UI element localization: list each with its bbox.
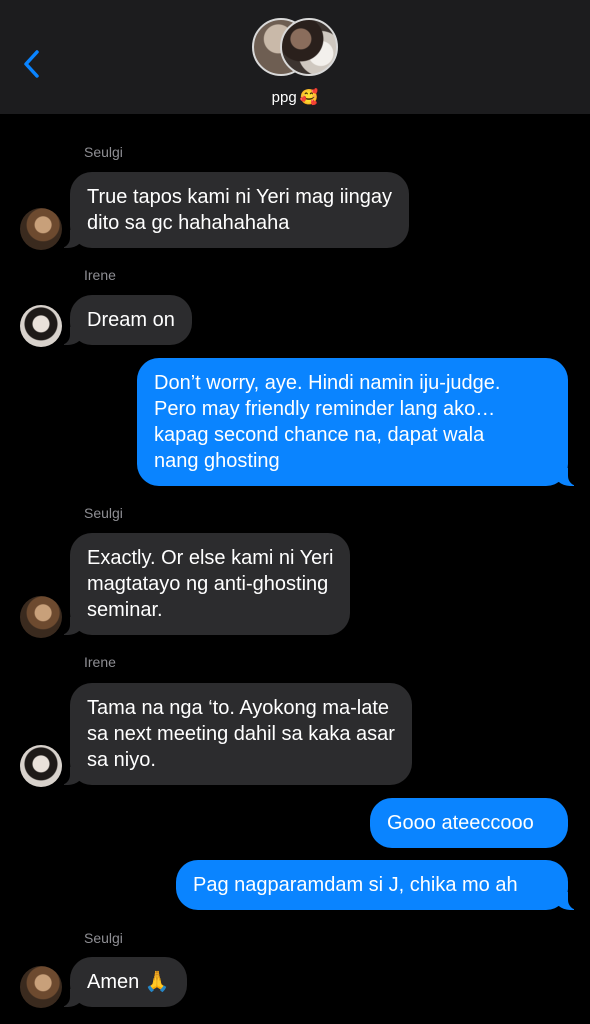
group-member-avatar	[280, 18, 338, 76]
outgoing-message-bubble[interactable]: Pag nagparamdam si J, chika mo ah	[176, 860, 578, 910]
chat-header: ppg 🥰	[0, 0, 590, 114]
sender-name: Seulgi	[84, 505, 123, 521]
group-avatar[interactable]	[252, 18, 340, 78]
sender-avatar[interactable]	[20, 966, 62, 1008]
group-title[interactable]: ppg 🥰	[0, 88, 590, 106]
back-chevron-icon[interactable]	[20, 46, 44, 82]
sender-avatar[interactable]	[20, 745, 62, 787]
incoming-message-bubble[interactable]: Tama na nga ‘to. Ayokong ma-late sa next…	[60, 683, 412, 785]
sender-name: Seulgi	[84, 930, 123, 946]
sender-avatar[interactable]	[20, 305, 62, 347]
sender-avatar[interactable]	[20, 208, 62, 250]
group-name-text: ppg	[271, 89, 297, 106]
incoming-message-bubble[interactable]: Amen 🙏	[60, 957, 187, 1007]
incoming-message-bubble[interactable]: Dream on	[60, 295, 192, 345]
group-emoji: 🥰	[299, 89, 319, 106]
sender-name: Irene	[84, 267, 116, 283]
sender-name: Irene	[84, 654, 116, 670]
sender-name: Seulgi	[84, 144, 123, 160]
outgoing-message-bubble[interactable]: Gooo ateeccooo	[370, 798, 568, 848]
outgoing-message-bubble[interactable]: Don’t worry, aye. Hindi namin iju-judge.…	[137, 358, 578, 486]
incoming-message-bubble[interactable]: Exactly. Or else kami ni Yeri magtatayo …	[59, 533, 351, 635]
sender-avatar[interactable]	[20, 596, 62, 638]
incoming-message-bubble[interactable]: True tapos kami ni Yeri mag iingay dito …	[60, 172, 409, 248]
